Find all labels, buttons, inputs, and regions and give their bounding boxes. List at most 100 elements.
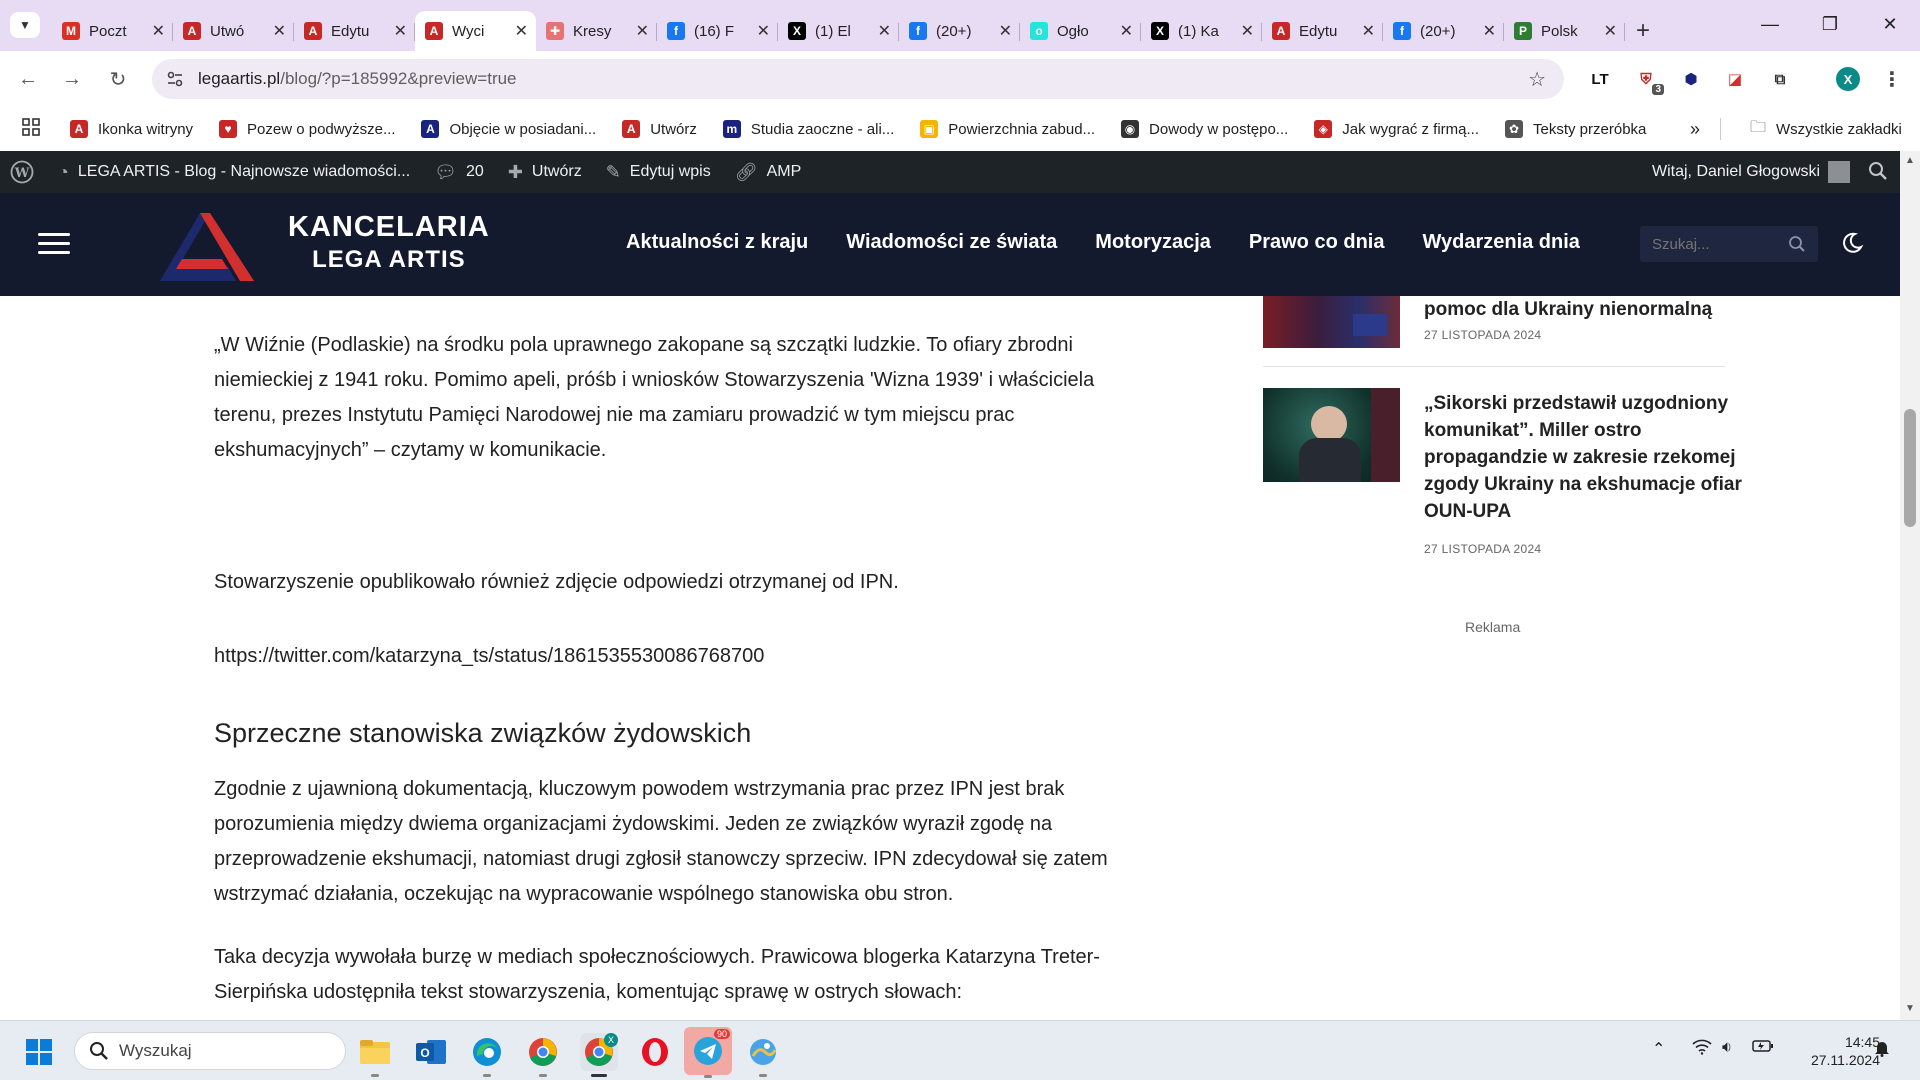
wp-site-name[interactable]: ◔ LEGA ARTIS - Blog - Najnowsze wiadomośc… xyxy=(58,162,410,183)
bookmark-item[interactable]: ♥ Pozew o podwyższe... xyxy=(219,120,395,138)
browser-tab[interactable]: A Edytu ✕ xyxy=(294,11,415,51)
battery-icon[interactable] xyxy=(1752,1039,1774,1058)
browser-tab[interactable]: M Poczt ✕ xyxy=(52,11,173,51)
tab-close-icon[interactable]: ✕ xyxy=(757,21,770,41)
tab-close-icon[interactable]: ✕ xyxy=(1362,21,1375,41)
bookmark-item[interactable]: ◉ Dowody w postępo... xyxy=(1121,120,1288,138)
all-bookmarks-folder[interactable]: 🗀 Wszystkie zakładki xyxy=(1750,116,1902,143)
opera-icon[interactable] xyxy=(636,1033,674,1071)
site-search-input[interactable] xyxy=(1652,235,1782,253)
search-icon[interactable] xyxy=(1788,235,1806,253)
scroll-down-icon[interactable]: ▼ xyxy=(1900,1003,1920,1014)
file-explorer-icon[interactable] xyxy=(356,1033,394,1077)
wp-search-icon[interactable] xyxy=(1868,161,1888,186)
tab-close-icon[interactable]: ✕ xyxy=(394,21,407,41)
extension-lt-icon[interactable]: LT xyxy=(1586,65,1614,93)
bookmark-item[interactable]: A Utwórz xyxy=(622,120,697,138)
extension-hex-icon[interactable]: ⬢ xyxy=(1677,65,1705,93)
extension-pdf-icon[interactable]: ◪ xyxy=(1721,65,1749,93)
browser-tab[interactable]: ✚ Kresy ✕ xyxy=(536,11,657,51)
bookmark-item[interactable]: A Objęcie w posiadani... xyxy=(421,120,596,138)
dark-mode-moon-icon[interactable] xyxy=(1840,231,1864,255)
related-post-2-title[interactable]: „Sikorski przedstawił uzgodniony komunika… xyxy=(1424,390,1742,525)
wp-amp[interactable]: 🔗︎ AMP xyxy=(735,162,802,183)
browser-tab[interactable]: A Wyci ✕ xyxy=(415,11,536,51)
browser-tab[interactable]: f (20+) ✕ xyxy=(899,11,1020,51)
bookmark-item[interactable]: m Studia zaoczne - ali... xyxy=(722,120,894,138)
scroll-up-icon[interactable]: ▲ xyxy=(1900,155,1920,166)
post-thumbnail[interactable] xyxy=(1263,388,1400,482)
url-text[interactable]: legaartis.pl/blog/?p=185992&preview=true xyxy=(198,69,517,89)
more-bookmarks-icon[interactable]: » xyxy=(1690,119,1700,140)
address-bar[interactable]: legaartis.pl/blog/?p=185992&preview=true… xyxy=(152,59,1564,99)
browser-tab[interactable]: f (16) F ✕ xyxy=(657,11,778,51)
telegram-icon[interactable]: 90 xyxy=(684,1027,732,1078)
related-post-1-title[interactable]: pomoc dla Ukrainy nienormalną xyxy=(1424,296,1712,323)
extension-shield-icon[interactable]: ⛨ 3 xyxy=(1632,65,1664,95)
minimize-button[interactable]: — xyxy=(1740,0,1800,48)
tab-close-icon[interactable]: ✕ xyxy=(1604,21,1617,41)
taskbar-search[interactable]: Wyszukaj xyxy=(74,1032,346,1070)
wp-logo[interactable]: W xyxy=(10,160,34,184)
notification-bell-icon[interactable] xyxy=(1874,1039,1890,1062)
browser-tab[interactable]: o Ogło ✕ xyxy=(1020,11,1141,51)
embedded-tweet-link[interactable]: https://twitter.com/katarzyna_ts/status/… xyxy=(214,639,764,674)
scrollbar-thumb[interactable] xyxy=(1904,409,1916,527)
wp-edit-post[interactable]: ✎ Edytuj wpis xyxy=(606,162,711,183)
reload-button[interactable]: ↻ xyxy=(104,65,132,93)
hamburger-menu-icon[interactable] xyxy=(38,233,70,255)
browser-tab[interactable]: A Utwó ✕ xyxy=(173,11,294,51)
close-window-button[interactable]: ✕ xyxy=(1860,0,1920,48)
tray-chevron-up-icon[interactable]: ⌃ xyxy=(1652,1039,1665,1059)
apps-grid-icon[interactable] xyxy=(22,118,40,140)
bookmark-item[interactable]: A Ikonka witryny xyxy=(70,120,193,138)
bookmark-star-icon[interactable]: ☆ xyxy=(1528,67,1546,92)
tab-close-icon[interactable]: ✕ xyxy=(152,21,165,41)
nav-item[interactable]: Motoryzacja xyxy=(1095,231,1211,254)
browser-menu-icon[interactable]: ⋮ xyxy=(1878,65,1906,93)
lega-artis-logo-icon[interactable] xyxy=(152,207,256,285)
browser-tab[interactable]: f (20+) ✕ xyxy=(1383,11,1504,51)
browser-tab[interactable]: P Polsk ✕ xyxy=(1504,11,1625,51)
browser-tab[interactable]: X (1) El ✕ xyxy=(778,11,899,51)
wp-new-content[interactable]: ✚ Utwórz xyxy=(508,162,582,183)
tab-search-button[interactable]: ▼ xyxy=(10,12,40,38)
tab-close-icon[interactable]: ✕ xyxy=(1483,21,1496,41)
page-scrollbar[interactable]: ▲ ▼ xyxy=(1900,151,1920,1020)
bookmark-item[interactable]: ✿ Teksty przeróbka xyxy=(1505,120,1646,138)
wp-comments[interactable]: 💬︎ 20 xyxy=(434,162,484,183)
tab-close-icon[interactable]: ✕ xyxy=(1241,21,1254,41)
profile-avatar[interactable]: X xyxy=(1834,65,1862,93)
photos-app-icon[interactable] xyxy=(744,1033,782,1077)
wifi-icon[interactable] xyxy=(1692,1039,1712,1060)
tab-close-icon[interactable]: ✕ xyxy=(878,21,891,41)
bookmark-item[interactable]: ◈ Jak wygrać z firmą... xyxy=(1314,120,1479,138)
windows-start-icon[interactable] xyxy=(25,1038,53,1066)
tab-close-icon[interactable]: ✕ xyxy=(515,21,528,41)
new-tab-plus-icon[interactable]: + xyxy=(1625,11,1661,51)
post-thumbnail[interactable] xyxy=(1263,296,1400,348)
edge-icon[interactable] xyxy=(468,1033,506,1077)
wp-account[interactable]: Witaj, Daniel Głogowski xyxy=(1652,161,1851,183)
nav-item[interactable]: Wydarzenia dnia xyxy=(1422,231,1579,254)
maximize-button[interactable]: ❐ xyxy=(1800,0,1860,48)
bookmark-item[interactable]: ▣ Powierzchnia zabud... xyxy=(920,120,1095,138)
browser-tab[interactable]: X (1) Ka ✕ xyxy=(1141,11,1262,51)
site-info-icon[interactable] xyxy=(162,66,188,92)
tab-close-icon[interactable]: ✕ xyxy=(636,21,649,41)
tab-close-icon[interactable]: ✕ xyxy=(1120,21,1133,41)
nav-item[interactable]: Prawo co dnia xyxy=(1249,231,1385,254)
browser-tab[interactable]: A Edytu ✕ xyxy=(1262,11,1383,51)
extensions-puzzle-icon[interactable]: ⧉ xyxy=(1766,65,1794,93)
site-logo-text[interactable]: KANCELARIA LEGA ARTIS xyxy=(288,211,490,274)
tab-close-icon[interactable]: ✕ xyxy=(999,21,1012,41)
back-button[interactable]: ← xyxy=(14,65,42,93)
chrome-profile-icon[interactable] xyxy=(524,1033,562,1077)
volume-icon[interactable]: 🔉︎ xyxy=(1722,1039,1732,1057)
nav-item[interactable]: Wiadomości ze świata xyxy=(846,231,1057,254)
forward-button[interactable]: → xyxy=(58,65,86,93)
nav-item[interactable]: Aktualności z kraju xyxy=(626,231,808,254)
chrome-active-icon[interactable]: X xyxy=(580,1033,618,1077)
system-clock[interactable]: 14:45 27.11.2024 xyxy=(1780,1033,1880,1069)
outlook-icon[interactable]: O xyxy=(412,1033,450,1071)
